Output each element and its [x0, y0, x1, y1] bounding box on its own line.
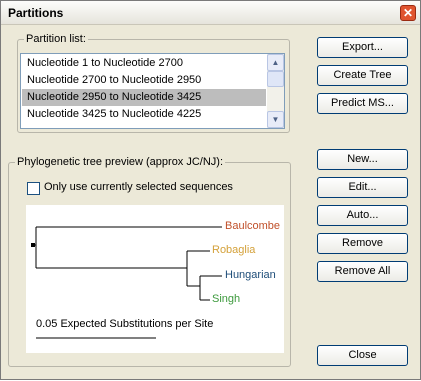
title-bar: Partitions ✕ [1, 1, 420, 25]
remove-button[interactable]: Remove [317, 233, 408, 254]
window-title: Partitions [8, 6, 64, 20]
list-scrollbar[interactable]: ▲ ▼ [267, 54, 284, 128]
create-tree-button[interactable]: Create Tree [317, 65, 408, 86]
only-selected-checkbox[interactable] [27, 182, 40, 195]
scroll-up-icon[interactable]: ▲ [267, 54, 284, 71]
close-window-icon[interactable]: ✕ [400, 5, 416, 21]
new-button[interactable]: New... [317, 149, 408, 170]
partition-item-selected[interactable]: Nucleotide 2950 to Nucleotide 3425 [22, 89, 266, 106]
predict-ms-button[interactable]: Predict MS... [317, 93, 408, 114]
partition-item[interactable]: Nucleotide 1 to Nucleotide 2700 [22, 55, 266, 72]
scale-label: 0.05 Expected Substitutions per Site [36, 318, 214, 330]
scroll-thumb[interactable] [267, 71, 284, 87]
partition-list-label: Partition list: [24, 33, 88, 45]
leaf-label-singh: Singh [212, 293, 241, 305]
only-selected-label[interactable]: Only use currently selected sequences [44, 181, 233, 193]
leaf-label-baulcombe: Baulcombe [225, 220, 281, 232]
edit-button[interactable]: Edit... [317, 177, 408, 198]
export-button[interactable]: Export... [317, 37, 408, 58]
partition-listbox[interactable]: Nucleotide 1 to Nucleotide 2700 Nucleoti… [20, 53, 285, 129]
remove-all-button[interactable]: Remove All [317, 261, 408, 282]
leaf-label-robaglia: Robaglia [212, 244, 256, 256]
auto-button[interactable]: Auto... [317, 205, 408, 226]
partition-item[interactable]: Nucleotide 3425 to Nucleotide 4225 [22, 106, 266, 123]
scroll-down-icon[interactable]: ▼ [267, 111, 284, 128]
leaf-label-hungarian: Hungarian [225, 269, 276, 281]
partition-item[interactable]: Nucleotide 2700 to Nucleotide 2950 [22, 72, 266, 89]
tree-preview-label: Phylogenetic tree preview (approx JC/NJ)… [15, 156, 226, 168]
close-button[interactable]: Close [317, 345, 408, 366]
partitions-window: Partitions ✕ Partition list: Nucleotide … [0, 0, 421, 380]
